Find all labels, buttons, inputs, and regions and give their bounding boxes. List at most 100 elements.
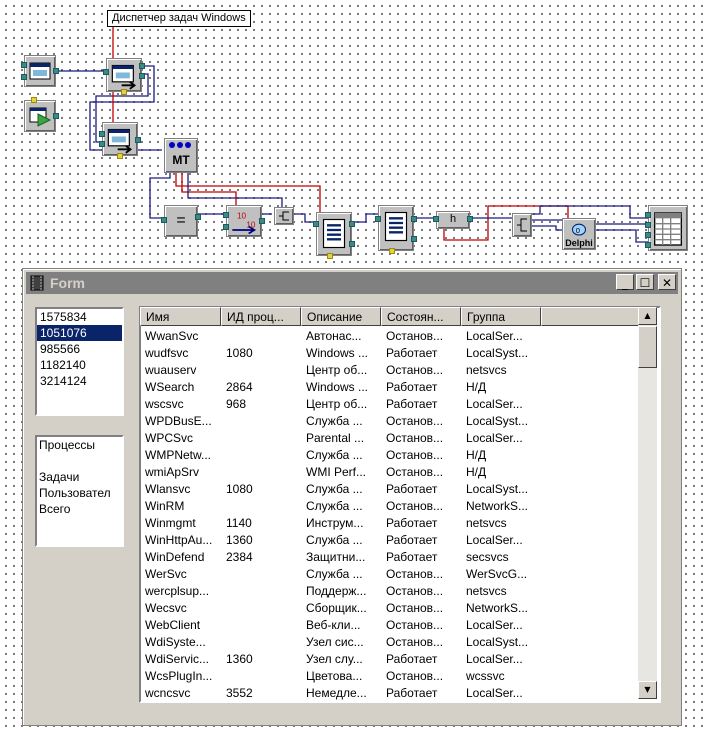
table-cell: 968 bbox=[226, 397, 247, 411]
pid-list-item[interactable]: 1575834 bbox=[37, 309, 122, 325]
close-button[interactable]: ✕ bbox=[658, 274, 676, 290]
table-cell: LocalSyst... bbox=[466, 635, 529, 649]
column-header[interactable]: Имя bbox=[140, 307, 221, 326]
table-cell: Работает bbox=[386, 516, 438, 530]
table-row[interactable]: wuauserv Центр об... Останов... netsvcs bbox=[140, 362, 659, 379]
table-cell: WinDefend bbox=[145, 550, 205, 564]
pid-list-item[interactable]: 1182140 bbox=[37, 357, 122, 373]
column-header[interactable]: Описание bbox=[301, 307, 381, 326]
table-cell: Останов... bbox=[386, 499, 444, 513]
table-row[interactable]: WcsPlugIn... Цветова... Останов... wcssvc bbox=[140, 668, 659, 685]
column-header[interactable]: ИД проц... bbox=[221, 307, 301, 326]
table-cell: Поддерж... bbox=[306, 584, 367, 598]
table-row[interactable]: WwanSvc Автонас... Останов... LocalSer... bbox=[140, 328, 659, 345]
scheme-caption-label[interactable]: Диспетчер задач Windows bbox=[107, 10, 251, 27]
table-cell: Н/Д bbox=[466, 465, 487, 479]
svg-text:0: 0 bbox=[576, 226, 580, 235]
pid-list-item[interactable]: 985566 bbox=[37, 341, 122, 357]
listview-component[interactable] bbox=[645, 205, 688, 251]
table-row[interactable]: wmiApSrv WMI Perf... Останов... Н/Д bbox=[140, 464, 659, 481]
table-row[interactable]: WerSvc Служба ... Останов... WerSvcG... bbox=[140, 566, 659, 583]
table-cell: LocalSyst... bbox=[466, 346, 529, 360]
table-row[interactable]: wercplsup... Поддерж... Останов... netsvcs bbox=[140, 583, 659, 600]
listview-rows: WwanSvc Автонас... Останов... LocalSer... wu… bbox=[140, 328, 659, 702]
table-row[interactable]: WdiSyste... Узел сис... Останов... LocalSys… bbox=[140, 634, 659, 651]
table-cell: Wecsvc bbox=[145, 601, 187, 615]
list-component[interactable] bbox=[313, 212, 355, 259]
table-cell: Инструм... bbox=[306, 516, 364, 530]
table-row[interactable]: WinHttpAu... 1360 Служба ... Работает LocalS… bbox=[140, 532, 659, 549]
form-component[interactable] bbox=[21, 55, 59, 87]
wire-delphi-lv2 bbox=[596, 229, 648, 243]
pid-listbox[interactable]: 1575834 1051076 985566 1182140 3214124 bbox=[35, 307, 124, 416]
scroll-down-button[interactable]: ▼ bbox=[638, 681, 657, 699]
table-cell: Защитни... bbox=[306, 550, 366, 564]
table-row[interactable]: WinRM Служба ... Останов... NetworkS... bbox=[140, 498, 659, 515]
hub-component[interactable]: h bbox=[433, 211, 473, 229]
table-cell: Останов... bbox=[386, 363, 444, 377]
multi-thread-component[interactable]: MT bbox=[164, 138, 198, 173]
split2-component[interactable] bbox=[512, 213, 532, 237]
wire-split-lv bbox=[530, 205, 648, 219]
table-cell: WinHttpAu... bbox=[145, 533, 213, 547]
stepper-icon: 1010 bbox=[232, 211, 257, 235]
listview-header: Имя ИД проц... Описание Состоян... Группа bbox=[140, 307, 659, 326]
table-cell: LocalSer... bbox=[466, 618, 523, 632]
form-show2-component[interactable] bbox=[99, 122, 141, 159]
column-header[interactable] bbox=[541, 307, 639, 326]
table-row[interactable]: WdiServic... 1360 Узел слу... Работает Local… bbox=[140, 651, 659, 668]
table-row[interactable]: wscsvc 968 Центр об... Работает LocalSer... bbox=[140, 396, 659, 413]
listview-scrollbar[interactable]: ▲ ▼ bbox=[638, 307, 657, 699]
table-row[interactable]: WMPNetw... Служба ... Останов... Н/Д bbox=[140, 447, 659, 464]
equal-component[interactable]: = bbox=[161, 205, 201, 237]
minimize-button[interactable]: _ bbox=[616, 274, 634, 290]
table-cell: Служба ... bbox=[306, 482, 363, 496]
summary-memo[interactable]: Процессы Задачи Пользовател Всего bbox=[35, 435, 124, 547]
table-cell: LocalSer... bbox=[466, 329, 523, 343]
list2-component[interactable] bbox=[375, 205, 417, 254]
table-row[interactable]: wcncsvc 3552 Немедле... Работает LocalSer... bbox=[140, 685, 659, 702]
services-listview[interactable]: Имя ИД проц... Описание Состоян... Группа Ww… bbox=[140, 307, 659, 702]
table-row[interactable]: Winmgmt 1140 Инструм... Работает netsvcs bbox=[140, 515, 659, 532]
table-cell: LocalSer... bbox=[466, 397, 523, 411]
scroll-thumb[interactable] bbox=[638, 326, 657, 368]
table-cell: Останов... bbox=[386, 584, 444, 598]
column-header[interactable]: Группа bbox=[461, 307, 541, 326]
table-cell: WPCSvc bbox=[145, 431, 193, 445]
svg-text:10: 10 bbox=[237, 211, 247, 220]
maximize-button[interactable]: ☐ bbox=[636, 274, 654, 290]
column-header[interactable]: Состоян... bbox=[381, 307, 461, 326]
table-row[interactable]: WSearch 2864 Windows ... Работает Н/Д bbox=[140, 379, 659, 396]
run-component[interactable] bbox=[24, 97, 59, 132]
pid-list-item[interactable]: 3214124 bbox=[37, 373, 122, 389]
delphi-component[interactable]: 0 Delphi bbox=[562, 218, 596, 250]
table-cell: Веб-кли... bbox=[306, 618, 361, 632]
scroll-up-button[interactable]: ▲ bbox=[638, 307, 657, 325]
table-cell: Служба ... bbox=[306, 499, 363, 513]
table-cell: Работает bbox=[386, 550, 438, 564]
table-row[interactable]: Wecsvc Сборщик... Останов... NetworkS... bbox=[140, 600, 659, 617]
table-cell: Останов... bbox=[386, 448, 444, 462]
table-cell: Parental ... bbox=[306, 431, 365, 445]
split-component[interactable] bbox=[274, 207, 294, 225]
form-show-component[interactable] bbox=[103, 58, 145, 95]
table-row[interactable]: WPDBusE... Служба ... Останов... LocalSyst.… bbox=[140, 413, 659, 430]
pid-list-item[interactable]: 1051076 bbox=[37, 325, 122, 341]
list-icon bbox=[322, 218, 346, 249]
wire-mt-red2 bbox=[181, 172, 237, 205]
list-icon bbox=[384, 211, 408, 242]
form-titlebar[interactable]: Form _ ☐ ✕ bbox=[26, 272, 678, 294]
split-icon bbox=[517, 218, 527, 232]
table-row[interactable]: wudfsvc 1080 Windows ... Работает LocalSyst.… bbox=[140, 345, 659, 362]
table-cell: Работает bbox=[386, 533, 438, 547]
table-cell: Останов... bbox=[386, 618, 444, 632]
table-row[interactable]: WinDefend 2384 Защитни... Работает secsvcs bbox=[140, 549, 659, 566]
table-cell bbox=[221, 617, 301, 634]
table-row[interactable]: WebClient Веб-кли... Останов... LocalSer... bbox=[140, 617, 659, 634]
memo-line: Задачи bbox=[39, 470, 80, 484]
stepper-component[interactable]: 10 10 bbox=[223, 205, 265, 237]
table-cell: Работает bbox=[386, 380, 438, 394]
table-cell: Работает bbox=[386, 652, 438, 666]
table-row[interactable]: WPCSvc Parental ... Останов... LocalSer... bbox=[140, 430, 659, 447]
table-row[interactable]: Wlansvc 1080 Служба ... Работает LocalSyst..… bbox=[140, 481, 659, 498]
